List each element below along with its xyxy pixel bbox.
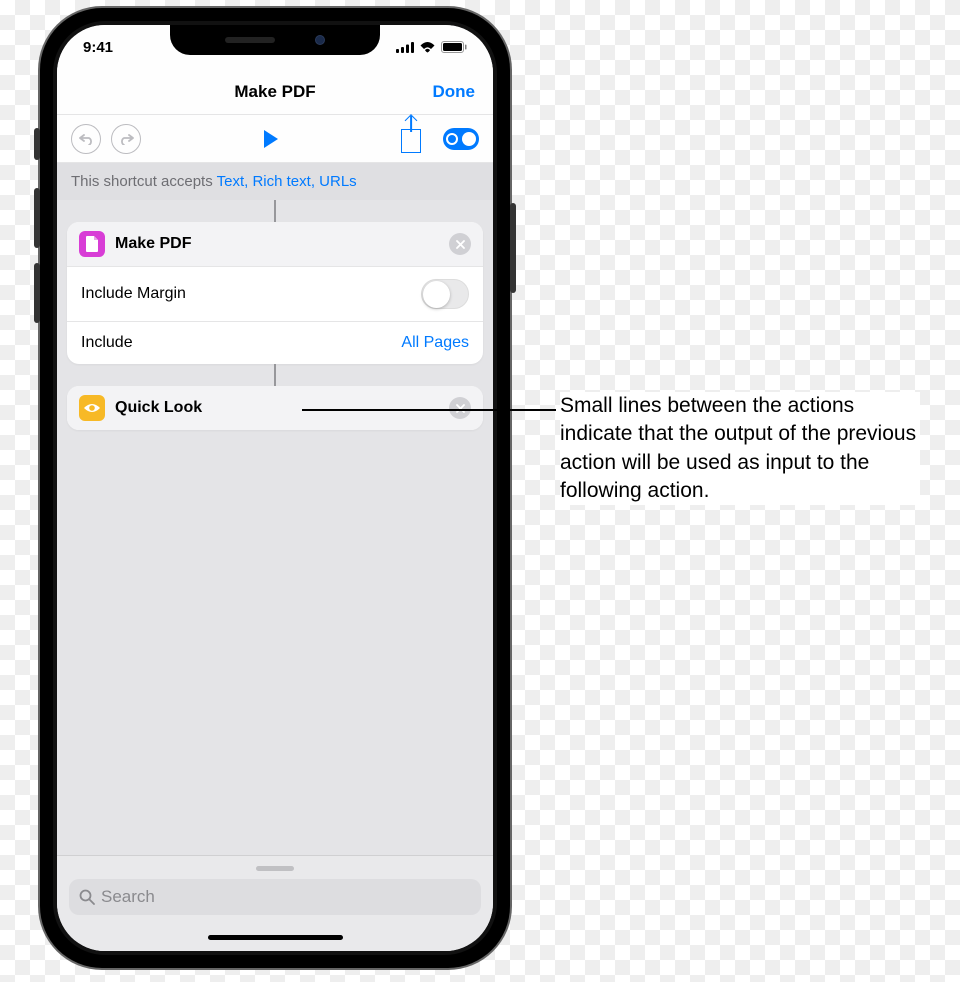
action-card-quick-look[interactable]: Quick Look — [67, 386, 483, 430]
undo-button[interactable] — [71, 124, 101, 154]
power-button — [510, 203, 516, 293]
action-card-make-pdf[interactable]: Make PDF Include Margin Include All Page… — [67, 222, 483, 364]
navigation-bar: Make PDF Done — [57, 69, 493, 115]
search-icon — [79, 889, 95, 905]
connector-line — [67, 200, 483, 222]
share-icon — [401, 129, 421, 153]
pdf-icon — [79, 231, 105, 257]
include-pages-row[interactable]: Include All Pages — [67, 321, 483, 364]
redo-button[interactable] — [111, 124, 141, 154]
close-icon — [456, 240, 465, 249]
search-sheet[interactable]: Search — [57, 855, 493, 923]
home-indicator-area — [57, 923, 493, 951]
drag-handle[interactable] — [256, 866, 294, 871]
cellular-icon — [396, 42, 414, 53]
run-button[interactable] — [264, 130, 278, 148]
redo-icon — [119, 133, 134, 145]
done-button[interactable]: Done — [433, 82, 476, 102]
wifi-icon — [419, 41, 436, 53]
row-value: All Pages — [401, 334, 469, 352]
battery-icon — [441, 41, 467, 53]
callout-leader-line — [302, 409, 556, 411]
mute-switch — [34, 128, 40, 160]
share-button[interactable] — [401, 125, 421, 153]
settings-toggle-button[interactable] — [443, 128, 479, 150]
action-title: Quick Look — [115, 399, 439, 417]
toolbar — [57, 115, 493, 163]
home-indicator[interactable] — [208, 935, 343, 940]
connector-line — [67, 364, 483, 386]
search-placeholder: Search — [101, 887, 155, 907]
notch — [170, 25, 380, 55]
page-title: Make PDF — [234, 82, 315, 102]
close-icon — [456, 404, 465, 413]
include-margin-switch[interactable] — [421, 279, 469, 309]
row-label: Include — [81, 334, 133, 352]
row-label: Include Margin — [81, 285, 186, 303]
volume-down — [34, 263, 40, 323]
undo-icon — [79, 133, 94, 145]
search-input[interactable]: Search — [69, 879, 481, 915]
phone-frame: 9:41 Make PDF Done — [40, 8, 510, 968]
callout-text: Small lines between the actions indicate… — [560, 392, 920, 505]
empty-canvas-area[interactable] — [57, 533, 493, 856]
remove-action-button[interactable] — [449, 397, 471, 419]
status-time: 9:41 — [83, 39, 113, 56]
accepts-types: Text, Rich text, URLs — [217, 173, 357, 190]
accepts-prefix: This shortcut accepts — [71, 173, 217, 190]
eye-icon — [79, 395, 105, 421]
accepts-banner[interactable]: This shortcut accepts Text, Rich text, U… — [57, 163, 493, 200]
remove-action-button[interactable] — [449, 233, 471, 255]
volume-up — [34, 188, 40, 248]
actions-canvas: Make PDF Include Margin Include All Page… — [57, 200, 493, 533]
include-margin-row: Include Margin — [67, 266, 483, 321]
action-title: Make PDF — [115, 235, 439, 253]
